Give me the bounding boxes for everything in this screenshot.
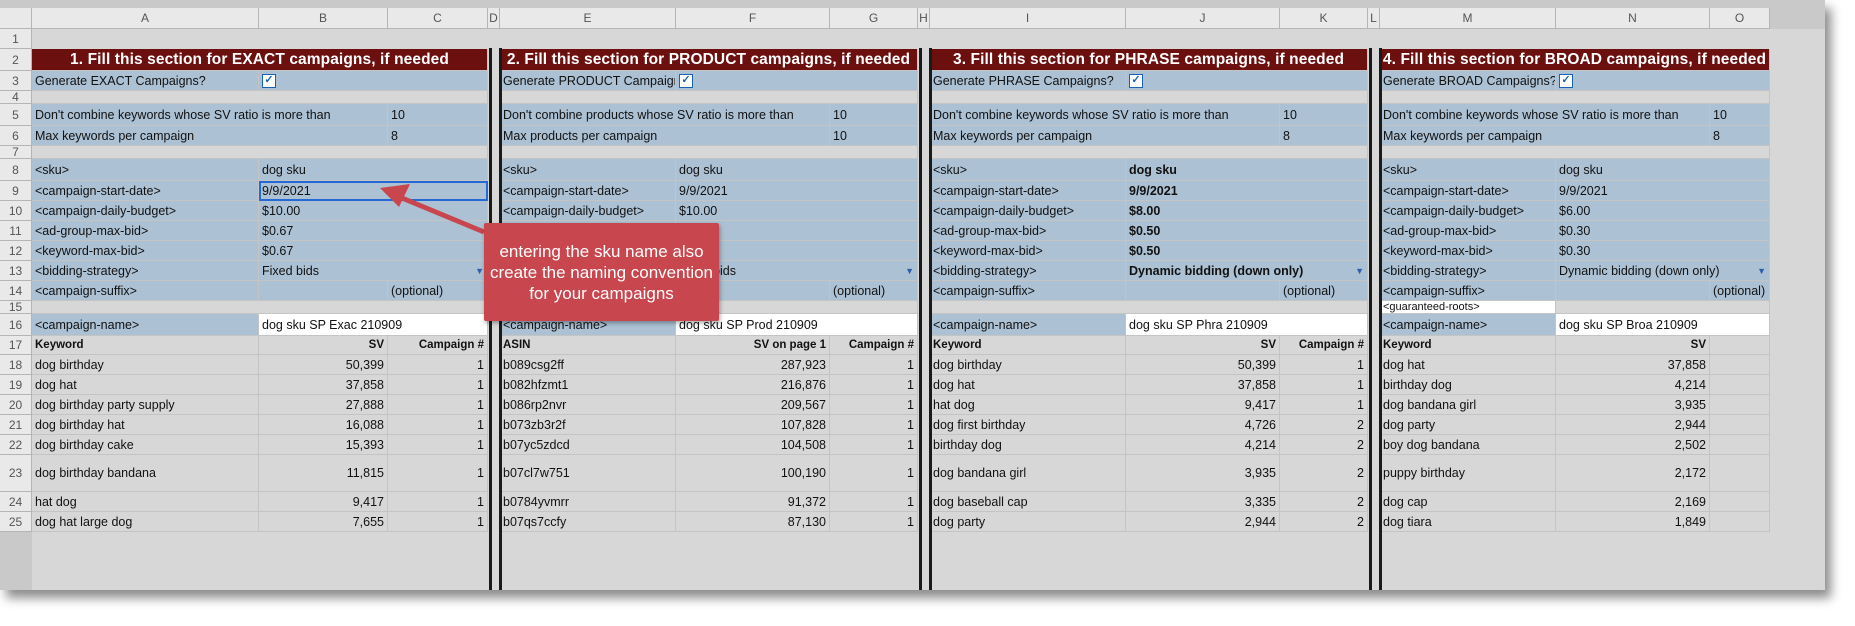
spreadsheet: ABCDEFGHIJKLMNO 1 2 3 4 5 6 7 8 9 10 11 12 13 14 15 16 1…	[0, 0, 1825, 590]
arrow-head	[380, 184, 410, 207]
callout-arrow	[380, 184, 485, 235]
callout-note: entering the sku name also create the na…	[484, 223, 719, 321]
arrow-line	[401, 195, 485, 235]
